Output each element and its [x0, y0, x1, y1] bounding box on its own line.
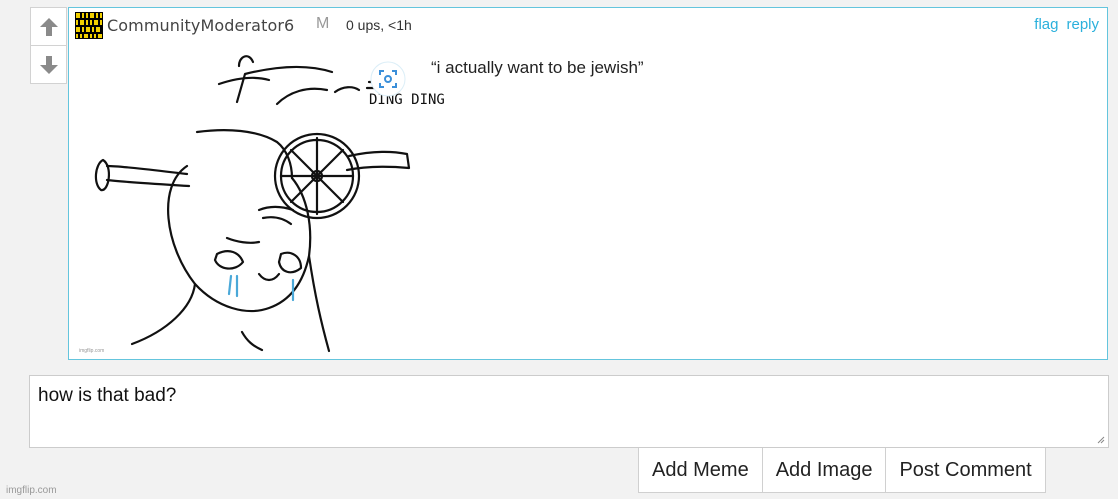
- comment-card: CommunityModerator6 M 0 ups, <1h flag rep…: [68, 7, 1108, 360]
- comment-actions: flag reply: [1026, 16, 1099, 33]
- flag-link[interactable]: flag: [1034, 16, 1058, 33]
- binary-avatar-icon: [75, 12, 103, 39]
- reply-toolbar: Add Meme Add Image Post Comment: [638, 448, 1046, 493]
- meme-caption: “i actually want to be jewish”: [431, 58, 644, 77]
- resize-grip-icon[interactable]: [1095, 434, 1105, 444]
- scan-icon[interactable]: [369, 60, 407, 98]
- arrow-up-icon: [39, 17, 58, 36]
- username[interactable]: CommunityModerator6: [107, 16, 294, 35]
- reply-link[interactable]: reply: [1066, 16, 1099, 33]
- add-meme-button[interactable]: Add Meme: [639, 448, 762, 492]
- comment-meta: 0 ups, <1h: [346, 17, 412, 33]
- post-comment-button[interactable]: Post Comment: [885, 448, 1044, 492]
- upvote-button[interactable]: [31, 8, 66, 46]
- meme-credit: imgflip.com: [79, 348, 104, 354]
- avatar[interactable]: [75, 12, 103, 39]
- downvote-button[interactable]: [31, 46, 66, 83]
- watermark: imgflip.com: [6, 485, 57, 496]
- reply-textarea[interactable]: how is that bad?: [29, 375, 1109, 448]
- vote-box: [30, 7, 67, 84]
- arrow-down-icon: [39, 55, 58, 74]
- add-image-button[interactable]: Add Image: [761, 448, 886, 492]
- mod-badge: M: [316, 15, 330, 32]
